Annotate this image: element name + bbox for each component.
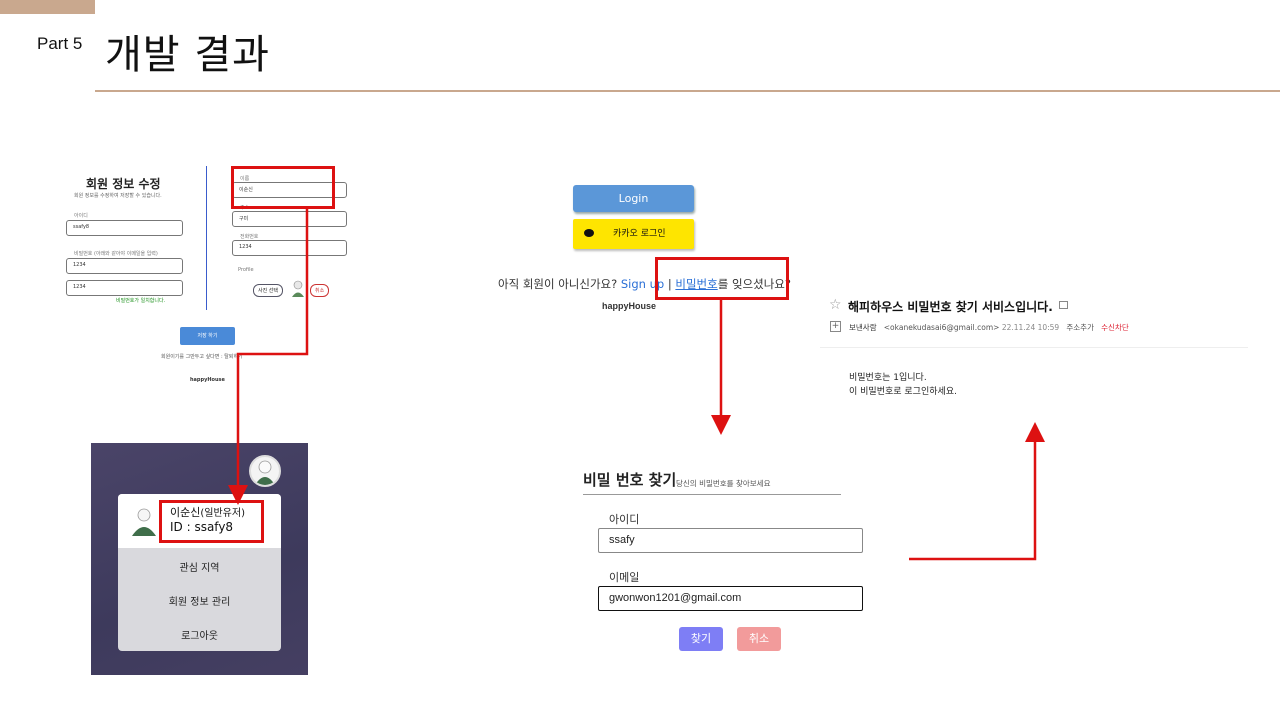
- save-button[interactable]: 저장 하기: [180, 327, 235, 345]
- email-subject: 해피하우스 비밀번호 찾기 서비스입니다.: [848, 300, 1053, 314]
- find-id-label: 아이디: [609, 513, 640, 526]
- block-sender-link[interactable]: 수신차단: [1101, 323, 1129, 332]
- quit-membership-link[interactable]: 회원이기를 그만두고 싶다면 : 탈퇴하기: [161, 353, 243, 360]
- header-accent-bar: [0, 0, 95, 14]
- find-password-subtitle: 당신의 비밀번호를 찾아보세요: [676, 479, 771, 488]
- sender-email: <okanekudasai6@gmail.com>: [883, 323, 1000, 332]
- email-meta: 보낸사람 <okanekudasai6@gmail.com> 22.11.24 …: [849, 322, 1129, 333]
- prompt-prefix: 아직 회원이 아니신가요?: [498, 277, 621, 291]
- edit-cancel-button[interactable]: 취소: [310, 284, 330, 297]
- menu-item-logout[interactable]: 로그아웃: [118, 627, 281, 642]
- part-label: Part 5: [37, 34, 83, 53]
- find-cancel-button[interactable]: 취소: [737, 627, 781, 651]
- highlight-name-field: [231, 166, 335, 209]
- find-email-input[interactable]: gwonwon1201@gmail.com: [598, 586, 863, 611]
- add-contact-link[interactable]: 주소추가: [1066, 323, 1094, 332]
- expand-icon[interactable]: +: [830, 321, 841, 332]
- password-confirm-field[interactable]: 1234: [66, 280, 183, 296]
- id-label: 아이디: [74, 213, 88, 219]
- login-button[interactable]: Login: [573, 185, 694, 212]
- region-field[interactable]: 구미: [232, 211, 347, 227]
- find-password-divider: [583, 494, 841, 495]
- password-field[interactable]: 1234: [66, 258, 183, 274]
- menu-item-member-info[interactable]: 회원 정보 관리: [118, 593, 281, 608]
- edit-subtitle: 회원 정보를 수정하여 저장할 수 있습니다.: [74, 193, 162, 199]
- highlight-find-password: [655, 257, 789, 300]
- email-body-line: 이 비밀번호로 로그인하세요.: [849, 387, 957, 397]
- photo-select-button[interactable]: 사진 선택: [253, 284, 283, 297]
- highlight-user-info: [159, 500, 264, 543]
- password-label: 비밀번호 (아래와 같아야 이메일을 입력): [74, 251, 158, 257]
- sender-label: 보낸사람: [849, 323, 877, 332]
- brand-logo: happyHouse: [190, 377, 225, 383]
- find-email-label: 이메일: [609, 571, 640, 584]
- profile-avatar-button[interactable]: [249, 455, 281, 487]
- kakao-chat-icon: [584, 229, 594, 237]
- column-divider: [206, 166, 207, 310]
- avatar-icon: [132, 508, 156, 536]
- password-match-message: 비밀번호가 일치합니다.: [116, 298, 166, 304]
- avatar-icon: [292, 280, 304, 297]
- email-body-line: 비밀번호는 1입니다.: [849, 373, 927, 383]
- phone-label: 전화번호: [240, 234, 259, 240]
- edit-title: 회원 정보 수정: [86, 177, 161, 191]
- star-icon[interactable]: ☆: [829, 297, 842, 313]
- phone-field[interactable]: 1234: [232, 240, 347, 256]
- profile-label: Profile: [238, 267, 254, 273]
- title-divider: [95, 90, 1280, 92]
- id-field[interactable]: ssafy8: [66, 220, 183, 236]
- kakao-login-button[interactable]: 카카오 로그인: [573, 219, 694, 249]
- kakao-login-label: 카카오 로그인: [613, 229, 666, 239]
- brand-logo: happyHouse: [602, 301, 657, 311]
- copy-icon[interactable]: [1059, 301, 1068, 309]
- find-password-title: 비밀 번호 찾기: [583, 471, 677, 489]
- email-date: 22.11.24 10:59: [1001, 323, 1060, 332]
- find-id-input[interactable]: ssafy: [598, 528, 863, 553]
- profile-menu-screenshot: 이순신(일반유저) ID : ssafy8 관심 지역 회원 정보 관리 로그아…: [91, 443, 308, 675]
- find-button[interactable]: 찾기: [679, 627, 723, 651]
- arrow-find-to-email: [909, 422, 1045, 561]
- slide-title: 개발 결과: [105, 32, 270, 78]
- email-divider: [820, 347, 1248, 348]
- menu-item-interest-region[interactable]: 관심 지역: [118, 559, 281, 574]
- avatar-icon: [255, 460, 275, 485]
- email-body: 비밀번호는 1입니다. 이 비밀번호로 로그인하세요.: [849, 371, 957, 399]
